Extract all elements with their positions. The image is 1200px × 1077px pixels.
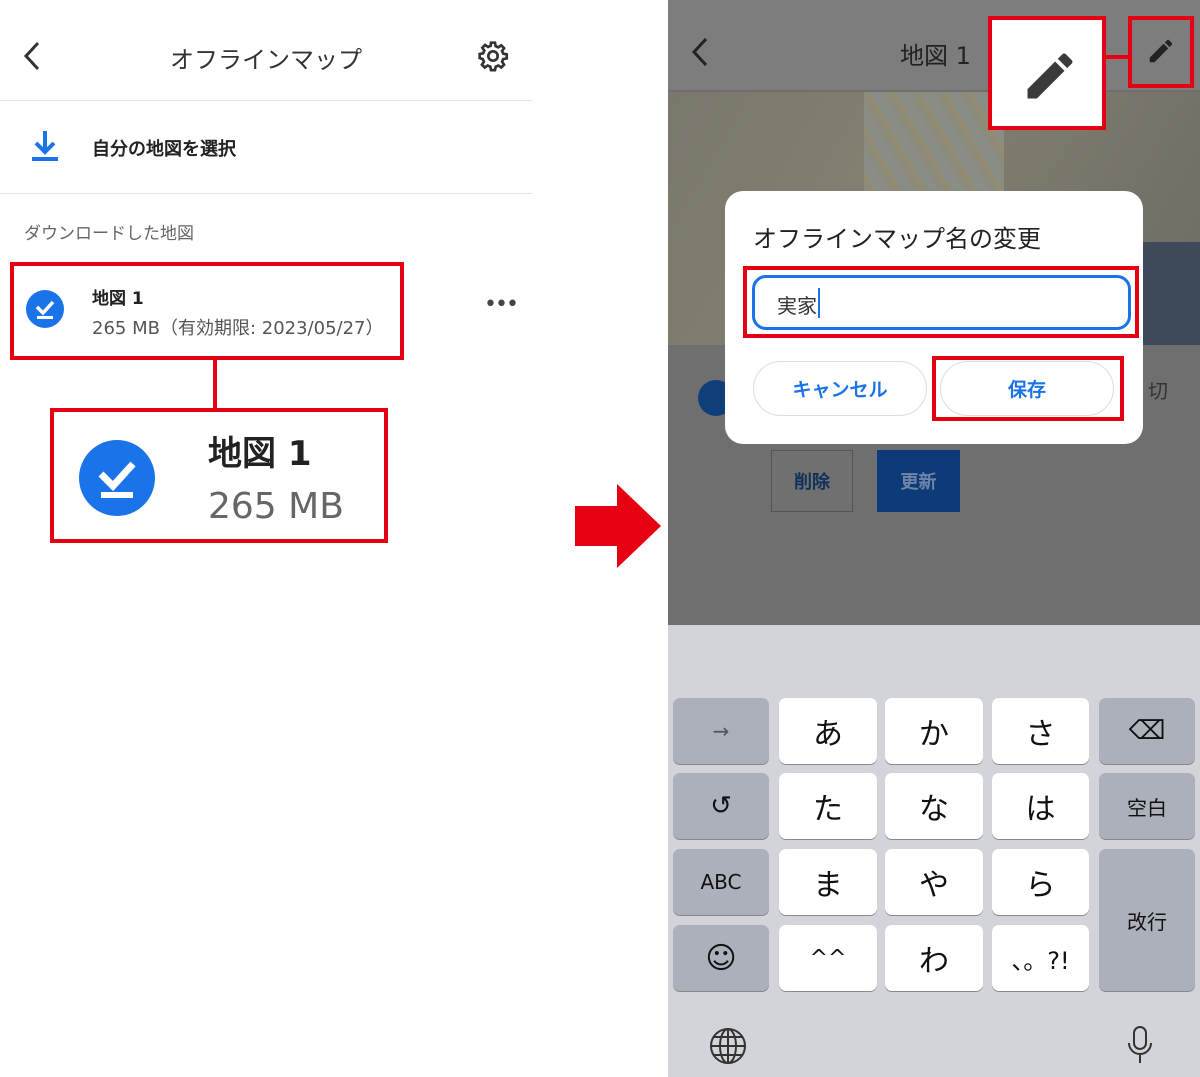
delete-button[interactable]: 削除 (771, 450, 853, 512)
key-ra[interactable]: ら (992, 849, 1089, 915)
update-button[interactable]: 更新 (877, 450, 960, 512)
map-title: 地図 1 (900, 42, 971, 70)
highlight-box (10, 262, 404, 360)
select-own-map-row[interactable]: 自分の地図を選択 (0, 101, 532, 193)
divider (0, 193, 532, 194)
left-screen: オフラインマップ 自分の地図を選択 ダウンロードした地図 地図 1 265 MB… (0, 0, 532, 1077)
key-next[interactable]: → (673, 698, 769, 764)
microphone-icon[interactable] (1126, 1025, 1154, 1065)
key-ma[interactable]: ま (779, 849, 877, 915)
key-backspace[interactable]: ⌫ (1099, 698, 1195, 764)
key-ya[interactable]: や (885, 849, 983, 915)
connector-line (213, 358, 217, 412)
key-return[interactable]: 改行 (1099, 849, 1195, 991)
chevron-left-icon[interactable] (688, 36, 712, 68)
key-ha[interactable]: は (992, 773, 1089, 839)
key-ka[interactable]: か (885, 698, 983, 764)
key-ta[interactable]: た (779, 773, 877, 839)
highlight-box (743, 266, 1139, 338)
right-screen: 地図 1 切 削除 更新 オフラインマップ名の変更 実家 キャンセル 保存 → … (668, 0, 1200, 1077)
arrow-right-icon (575, 484, 661, 568)
globe-icon[interactable] (709, 1027, 747, 1065)
key-undo[interactable]: ↺ (673, 773, 769, 839)
connector-line (1104, 55, 1130, 59)
key-kaomoji[interactable]: ^^ (779, 925, 877, 991)
key-abc[interactable]: ABC (673, 849, 769, 915)
key-space[interactable]: 空白 (1099, 773, 1195, 839)
key-emoji[interactable]: ☺ (673, 925, 769, 991)
zoom-callout: 地図 1 265 MB (50, 408, 388, 543)
partial-text: 切 (1148, 379, 1168, 403)
dialog-title: オフラインマップ名の変更 (753, 225, 1041, 253)
key-a[interactable]: あ (779, 698, 877, 764)
key-punctuation[interactable]: 、。?! (992, 925, 1089, 991)
download-icon (32, 131, 58, 161)
pencil-icon[interactable] (1146, 36, 1176, 66)
more-horizontal-icon[interactable]: ••• (484, 292, 519, 317)
key-na[interactable]: な (885, 773, 983, 839)
callout-size: 265 MB (208, 486, 344, 527)
key-wa[interactable]: わ (885, 925, 983, 991)
gear-icon[interactable] (477, 40, 509, 72)
keyboard: → あ か さ ⌫ ↺ た な は 空白 ABC ま や ら 改行 ☺ ^^ わ… (668, 625, 1200, 1077)
map-center-tile (864, 92, 1004, 192)
page-title: オフラインマップ (170, 46, 362, 74)
pencil-icon (1027, 53, 1073, 99)
check-download-icon (79, 440, 155, 516)
key-sa[interactable]: さ (992, 698, 1089, 764)
callout-title: 地図 1 (208, 434, 312, 474)
section-label: ダウンロードした地図 (24, 224, 194, 244)
highlight-box (932, 356, 1124, 421)
cancel-button[interactable]: キャンセル (753, 361, 927, 416)
select-own-map-label: 自分の地図を選択 (92, 139, 236, 160)
pencil-callout (988, 16, 1106, 130)
